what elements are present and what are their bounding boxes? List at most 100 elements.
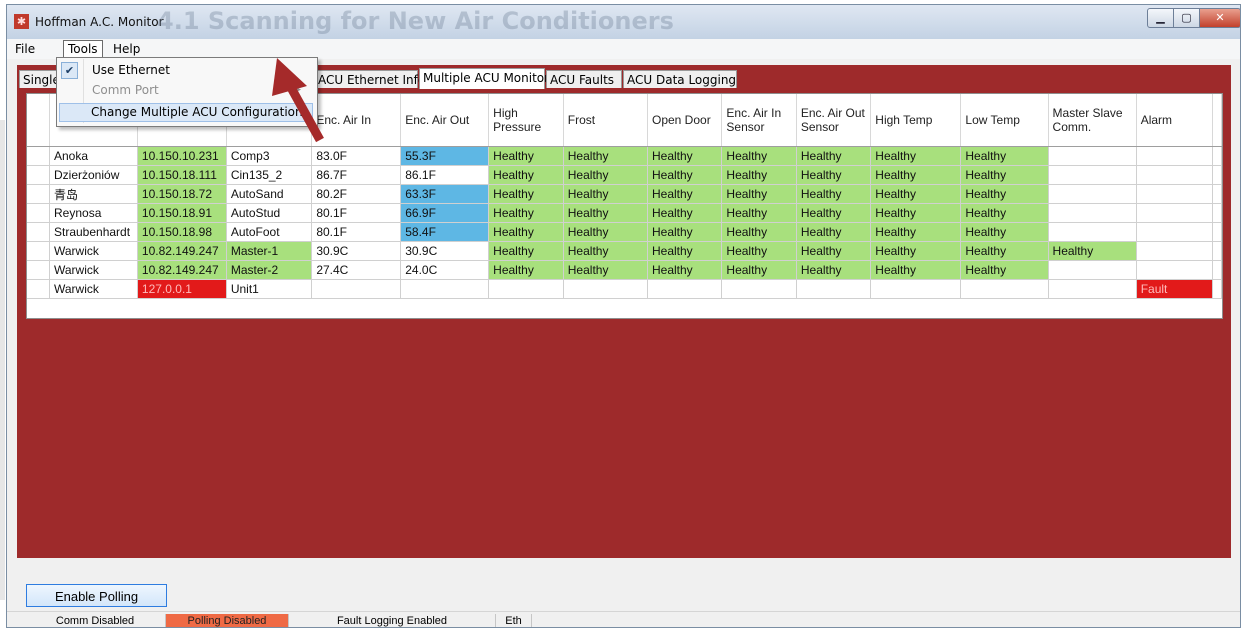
table-cell [311,279,402,299]
menu-item-change-multiple-acu-configuration[interactable]: Change Multiple ACU Configuration [59,103,313,122]
table-row[interactable]: Anoka 10.150.10.231 Comp3 83.0F 55.3F Healthy… [27,146,1222,166]
table-cell: Healthy [721,222,797,242]
menu-tools[interactable]: Tools [63,40,103,57]
column-header[interactable]: High Pressure [488,94,564,147]
table-cell: Healthy [488,184,564,204]
row-selector[interactable] [27,203,50,223]
column-header[interactable]: Low Temp [960,94,1049,147]
table-cell: Healthy [870,203,962,223]
table-cell: Healthy [721,241,797,261]
table-cell: Healthy [796,241,872,261]
table-cell: Healthy [488,203,564,223]
column-header[interactable]: Frost [563,94,648,147]
tab-acu-faults[interactable]: ACU Faults [546,70,622,88]
table-cell: AutoStud [226,203,313,223]
table-cell: Healthy [796,203,872,223]
status-bar: Comm Disabled Polling Disabled Fault Log… [7,611,1240,627]
table-row[interactable]: Warwick 10.82.149.247 Master-1 30.9C 30.9C He… [27,241,1222,261]
column-header[interactable]: Enc. Air Out [400,94,490,147]
table-row[interactable]: 青岛 10.150.18.72 AutoSand 80.2F 63.3F Healthy H… [27,184,1222,204]
table-cell: Healthy [488,260,564,280]
table-cell: Healthy [796,222,872,242]
table-cell: Healthy [960,260,1049,280]
table-cell [1048,165,1137,185]
row-selector[interactable] [27,184,50,204]
tab-acu-data-logging[interactable]: ACU Data Logging [623,70,737,88]
column-header[interactable]: Open Door [647,94,723,147]
table-cell: Master-1 [226,241,313,261]
table-cell: 80.2F [311,184,402,204]
table-cell: Healthy [796,165,872,185]
table-row[interactable]: Warwick 127.0.0.1 Unit1 Fault [27,279,1222,299]
table-cell [1048,279,1137,299]
table-cell: Unit1 [226,279,313,299]
column-header[interactable]: Enc. Air In [311,94,402,147]
table-row[interactable]: Dzierżoniów 10.150.18.111 Cin135_2 86.7F 86.… [27,165,1222,185]
table-cell: Healthy [960,241,1049,261]
table-cell: Healthy [796,260,872,280]
table-cell [1136,146,1214,166]
table-cell-filler [1212,222,1222,242]
column-header[interactable]: Alarm [1136,94,1214,147]
menu-item-comm-port[interactable]: Comm Port ▶ [59,81,313,100]
column-header[interactable]: Enc. Air In Sensor [721,94,797,147]
menu-help[interactable]: Help [109,41,144,57]
table-cell: Healthy [721,203,797,223]
table-row[interactable]: Reynosa 10.150.18.91 AutoStud 80.1F 66.9F Hea… [27,203,1222,223]
maximize-icon: ▢ [1181,11,1192,24]
submenu-arrow-icon: ▶ [294,85,301,95]
table-cell: Healthy [647,222,723,242]
menu-item-label: Change Multiple ACU Configuration [91,105,303,119]
table-cell-filler [1212,165,1222,185]
table-row[interactable]: Straubenhardt 10.150.18.98 AutoFoot 80.1F 58… [27,222,1222,242]
table-cell-filler [1212,184,1222,204]
minimize-button[interactable]: ▁ [1147,8,1174,28]
row-selector[interactable] [27,165,50,185]
fault-logging-status: Fault Logging Enabled [289,614,496,627]
table-cell: 10.150.18.72 [137,184,227,204]
table-cell [1048,222,1137,242]
enable-polling-button[interactable]: Enable Polling [26,584,167,607]
checkmark-icon: ✔ [61,62,78,79]
row-selector[interactable] [27,222,50,242]
table-cell [721,279,797,299]
table-cell: Comp3 [226,146,313,166]
table-cell: Healthy [563,165,648,185]
table-cell: Master-2 [226,260,313,280]
table-cell: Fault [1136,279,1214,299]
tab-label: Single [23,73,60,87]
row-selector[interactable] [27,279,50,299]
polling-status: Polling Disabled [166,614,289,627]
table-cell: 10.150.10.231 [137,146,227,166]
table-cell: Healthy [647,203,723,223]
table-cell-filler [1212,203,1222,223]
menu-item-use-ethernet[interactable]: ✔ Use Ethernet [59,61,313,80]
table-cell: Healthy [960,222,1049,242]
connection-mode-status: Eth [496,614,532,627]
close-button[interactable]: ✕ [1199,8,1240,28]
table-cell: 青岛 [49,184,138,204]
table-cell: Anoka [49,146,138,166]
column-header[interactable]: Enc. Air Out Sensor [796,94,872,147]
menu-file[interactable]: File [11,41,39,57]
row-selector[interactable] [27,241,50,261]
table-cell: 63.3F [400,184,490,204]
table-cell-filler [1212,260,1222,280]
table-cell [870,279,962,299]
row-selector[interactable] [27,146,50,166]
table-cell: Healthy [488,241,564,261]
maximize-button[interactable]: ▢ [1173,8,1200,28]
tab-acu-ethernet-info[interactable]: ACU Ethernet Info [314,70,425,88]
table-cell-filler [1212,146,1222,166]
table-cell [1048,203,1137,223]
table-cell: Healthy [721,260,797,280]
row-selector[interactable] [27,260,50,280]
tab-label: ACU Faults [550,73,615,87]
column-header[interactable]: Master Slave Comm. [1048,94,1137,147]
column-header-filler [1212,94,1222,147]
table-cell: Healthy [960,184,1049,204]
table-cell [1048,260,1137,280]
tab-multiple-acu-monitor[interactable]: Multiple ACU Monitor [419,68,549,89]
column-header[interactable]: High Temp [870,94,962,147]
table-row[interactable]: Warwick 10.82.149.247 Master-2 27.4C 24.0C He… [27,260,1222,280]
